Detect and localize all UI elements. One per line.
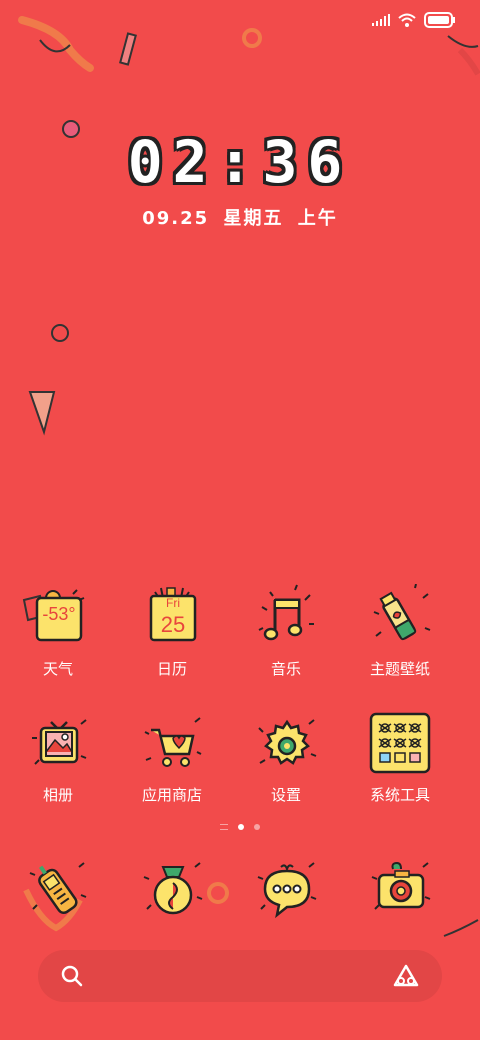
date-line: 09.25 星期五 上午 bbox=[0, 204, 480, 230]
app-label: 应用商店 bbox=[141, 786, 202, 804]
theme-icon bbox=[365, 583, 435, 654]
date-day: 09.25 bbox=[142, 208, 210, 229]
signal-icon bbox=[372, 14, 390, 26]
system-tools-folder-icon bbox=[365, 710, 435, 780]
app-label: 音乐 bbox=[270, 660, 301, 678]
page-indicator[interactable] bbox=[0, 824, 480, 830]
camera-icon bbox=[365, 855, 435, 925]
status-bar bbox=[372, 8, 456, 32]
app-grid-row-2: 相册 应用商店 设置 系统工具 bbox=[0, 710, 480, 805]
app-grid-row-1: -53° 天气 Fri 25 日历 音乐 主题壁纸 bbox=[0, 583, 480, 679]
app-label: 系统工具 bbox=[369, 786, 430, 804]
battery-icon bbox=[424, 12, 455, 28]
dock-browser[interactable] bbox=[116, 855, 228, 925]
app-gallery[interactable]: 相册 bbox=[2, 710, 114, 805]
weather-temp: -53° bbox=[42, 604, 76, 624]
calendar-day: 25 bbox=[160, 612, 186, 637]
page-indicator-lines[interactable] bbox=[220, 824, 228, 830]
app-label: 相册 bbox=[42, 786, 73, 804]
app-system-tools-folder[interactable]: 系统工具 bbox=[344, 710, 456, 805]
date-weekday: 星期五 bbox=[223, 208, 284, 229]
phone-icon bbox=[23, 855, 93, 925]
app-settings[interactable]: 设置 bbox=[230, 710, 342, 805]
app-theme-wallpaper[interactable]: 主题壁纸 bbox=[344, 583, 456, 679]
browser-icon bbox=[137, 855, 207, 925]
app-label: 日历 bbox=[156, 660, 187, 678]
search-bar[interactable] bbox=[38, 950, 442, 1002]
page-dot[interactable] bbox=[254, 824, 260, 830]
app-calendar[interactable]: Fri 25 日历 bbox=[116, 584, 228, 679]
app-label: 天气 bbox=[42, 660, 73, 678]
settings-icon bbox=[251, 710, 321, 780]
calendar-weekday: Fri bbox=[166, 596, 180, 610]
dock-camera[interactable] bbox=[344, 855, 456, 925]
search-icon[interactable] bbox=[60, 964, 84, 988]
calendar-icon: Fri 25 bbox=[137, 584, 207, 654]
app-music[interactable]: 音乐 bbox=[230, 584, 342, 679]
app-label: 设置 bbox=[270, 786, 301, 804]
clock-time[interactable]: 02:36 bbox=[0, 128, 480, 196]
gallery-icon bbox=[23, 710, 93, 780]
dock bbox=[0, 855, 480, 925]
messages-icon bbox=[251, 855, 321, 925]
date-period: 上午 bbox=[297, 208, 338, 229]
app-store-icon bbox=[137, 710, 207, 780]
wifi-icon bbox=[398, 13, 416, 27]
app-app-store[interactable]: 应用商店 bbox=[116, 710, 228, 805]
app-weather[interactable]: -53° 天气 bbox=[2, 584, 114, 679]
dock-phone[interactable] bbox=[2, 855, 114, 925]
app-label: 主题壁纸 bbox=[369, 660, 430, 678]
assistant-icon[interactable] bbox=[392, 963, 420, 989]
music-icon bbox=[251, 584, 321, 654]
dock-messages[interactable] bbox=[230, 855, 342, 925]
weather-icon: -53° bbox=[23, 584, 93, 654]
page-dot-active[interactable] bbox=[238, 824, 244, 830]
